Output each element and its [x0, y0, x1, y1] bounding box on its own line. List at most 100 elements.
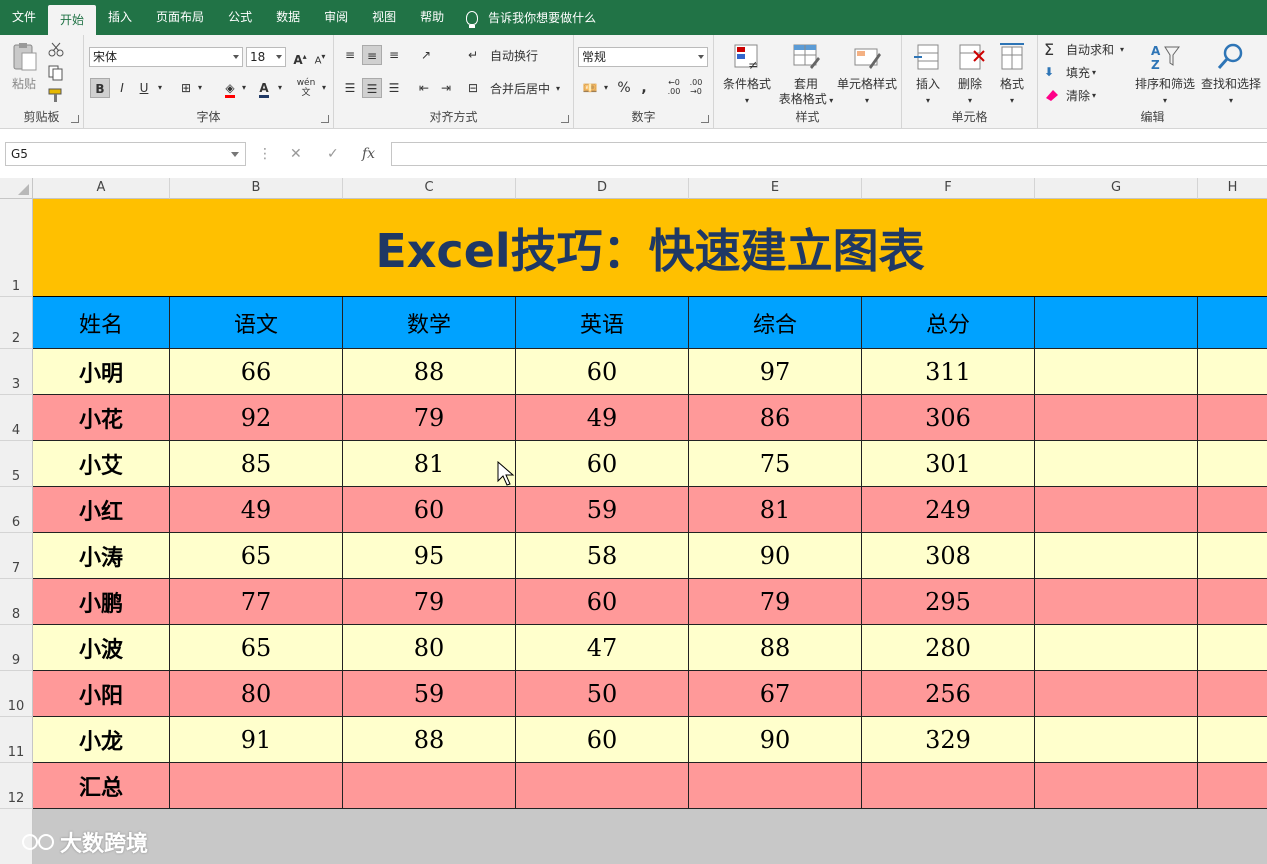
row-header-6[interactable]: 6 — [0, 487, 33, 533]
cell-name[interactable]: 小花 — [33, 395, 170, 441]
cut-button[interactable] — [48, 41, 70, 57]
tab-help[interactable]: 帮助 — [408, 0, 456, 35]
cell-chinese[interactable]: 49 — [170, 487, 343, 533]
tab-file[interactable]: 文件 — [0, 0, 48, 35]
cell-math[interactable] — [343, 763, 516, 809]
align-right-button[interactable]: ☰ — [384, 78, 404, 98]
cell-name[interactable]: 小鹏 — [33, 579, 170, 625]
cell-total[interactable]: 249 — [862, 487, 1035, 533]
row-header-12[interactable]: 12 — [0, 763, 33, 809]
cell-comprehensive[interactable]: 79 — [689, 579, 862, 625]
cell-total[interactable]: 256 — [862, 671, 1035, 717]
decrease-indent-button[interactable]: ⇤ — [414, 78, 434, 98]
format-cells-button[interactable]: 格式 ▾ — [992, 41, 1032, 108]
underline-dropdown[interactable]: ▾ — [150, 78, 170, 98]
cell-math[interactable]: 95 — [343, 533, 516, 579]
cell-h[interactable] — [1198, 441, 1267, 487]
number-format-combo[interactable]: 常规 — [578, 47, 708, 67]
cell-math[interactable]: 88 — [343, 349, 516, 395]
column-header-g[interactable]: G — [1035, 178, 1198, 199]
accounting-dropdown[interactable]: ▾ — [596, 78, 616, 98]
column-header-a[interactable]: A — [33, 178, 170, 199]
cell-math[interactable]: 60 — [343, 487, 516, 533]
header-cell-english[interactable]: 英语 — [516, 297, 689, 349]
align-center-button[interactable]: ☰ — [362, 78, 382, 98]
cell-h[interactable] — [1198, 671, 1267, 717]
align-left-button[interactable]: ☰ — [340, 78, 360, 98]
cell-total[interactable]: 306 — [862, 395, 1035, 441]
align-middle-button[interactable]: ≡ — [362, 45, 382, 65]
cell-chinese[interactable]: 77 — [170, 579, 343, 625]
row-header-7[interactable]: 7 — [0, 533, 33, 579]
phonetic-dropdown[interactable]: ▾ — [314, 78, 334, 98]
name-box[interactable]: G5 — [5, 142, 246, 166]
row-header-8[interactable]: 8 — [0, 579, 33, 625]
cell-comprehensive[interactable]: 81 — [689, 487, 862, 533]
cell-comprehensive[interactable] — [689, 763, 862, 809]
bold-button[interactable]: B — [90, 78, 110, 98]
delete-cells-button[interactable]: 删除 ▾ — [950, 41, 990, 108]
format-painter-button[interactable] — [48, 87, 70, 103]
cell-comprehensive[interactable]: 86 — [689, 395, 862, 441]
tab-review[interactable]: 审阅 — [312, 0, 360, 35]
cell-name[interactable]: 汇总 — [33, 763, 170, 809]
cell-english[interactable]: 60 — [516, 349, 689, 395]
font-size-combo[interactable]: 18 — [246, 47, 286, 67]
cell-g[interactable] — [1035, 441, 1198, 487]
cell-english[interactable]: 47 — [516, 625, 689, 671]
cell-english[interactable]: 60 — [516, 579, 689, 625]
cell-chinese[interactable] — [170, 763, 343, 809]
cell-english[interactable]: 50 — [516, 671, 689, 717]
row-header-4[interactable]: 4 — [0, 395, 33, 441]
cell-g[interactable] — [1035, 625, 1198, 671]
header-cell-name[interactable]: 姓名 — [33, 297, 170, 349]
cell-math[interactable]: 88 — [343, 717, 516, 763]
cell-name[interactable]: 小明 — [33, 349, 170, 395]
cell-total[interactable]: 280 — [862, 625, 1035, 671]
cell-math[interactable]: 79 — [343, 395, 516, 441]
cell-math[interactable]: 79 — [343, 579, 516, 625]
column-header-c[interactable]: C — [343, 178, 516, 199]
cell-english[interactable]: 59 — [516, 487, 689, 533]
cell-chinese[interactable]: 80 — [170, 671, 343, 717]
column-header-h[interactable]: H — [1198, 178, 1267, 199]
find-select-button[interactable]: 查找和选择 ▾ — [1198, 41, 1264, 108]
header-cell-math[interactable]: 数学 — [343, 297, 516, 349]
cell-total[interactable]: 295 — [862, 579, 1035, 625]
cell-math[interactable]: 80 — [343, 625, 516, 671]
row-header-10[interactable]: 10 — [0, 671, 33, 717]
cell-chinese[interactable]: 66 — [170, 349, 343, 395]
header-cell-g[interactable] — [1035, 297, 1198, 349]
orientation-button[interactable]: ↗ — [416, 45, 436, 65]
cell-total[interactable]: 311 — [862, 349, 1035, 395]
cell-chinese[interactable]: 65 — [170, 533, 343, 579]
column-header-e[interactable]: E — [689, 178, 862, 199]
cell-h[interactable] — [1198, 533, 1267, 579]
cell-g[interactable] — [1035, 349, 1198, 395]
cell-comprehensive[interactable]: 90 — [689, 533, 862, 579]
fill-color-dropdown[interactable]: ▾ — [234, 78, 254, 98]
wrap-text-button[interactable]: ↵ 自动换行 — [468, 47, 538, 64]
tab-insert[interactable]: 插入 — [96, 0, 144, 35]
tell-me-search[interactable]: 告诉我你想要做什么 — [466, 0, 596, 35]
cell-name[interactable]: 小波 — [33, 625, 170, 671]
cell-english[interactable]: 60 — [516, 441, 689, 487]
shrink-font-button[interactable]: A▾ — [310, 47, 330, 67]
cell-english[interactable]: 49 — [516, 395, 689, 441]
formula-input[interactable] — [391, 142, 1267, 166]
column-header-d[interactable]: D — [516, 178, 689, 199]
align-top-button[interactable]: ≡ — [340, 45, 360, 65]
cell-math[interactable]: 81 — [343, 441, 516, 487]
row-header-1[interactable]: 1 — [0, 199, 33, 297]
cell-total[interactable]: 329 — [862, 717, 1035, 763]
comma-button[interactable]: , — [634, 78, 654, 98]
cell-h[interactable] — [1198, 349, 1267, 395]
tab-page-layout[interactable]: 页面布局 — [144, 0, 216, 35]
chevron-down-icon[interactable] — [231, 152, 239, 157]
cell-g[interactable] — [1035, 717, 1198, 763]
cell-name[interactable]: 小红 — [33, 487, 170, 533]
cell-english[interactable]: 58 — [516, 533, 689, 579]
paste-button[interactable]: 粘贴 — [6, 41, 42, 92]
cell-comprehensive[interactable]: 88 — [689, 625, 862, 671]
cell-g[interactable] — [1035, 671, 1198, 717]
